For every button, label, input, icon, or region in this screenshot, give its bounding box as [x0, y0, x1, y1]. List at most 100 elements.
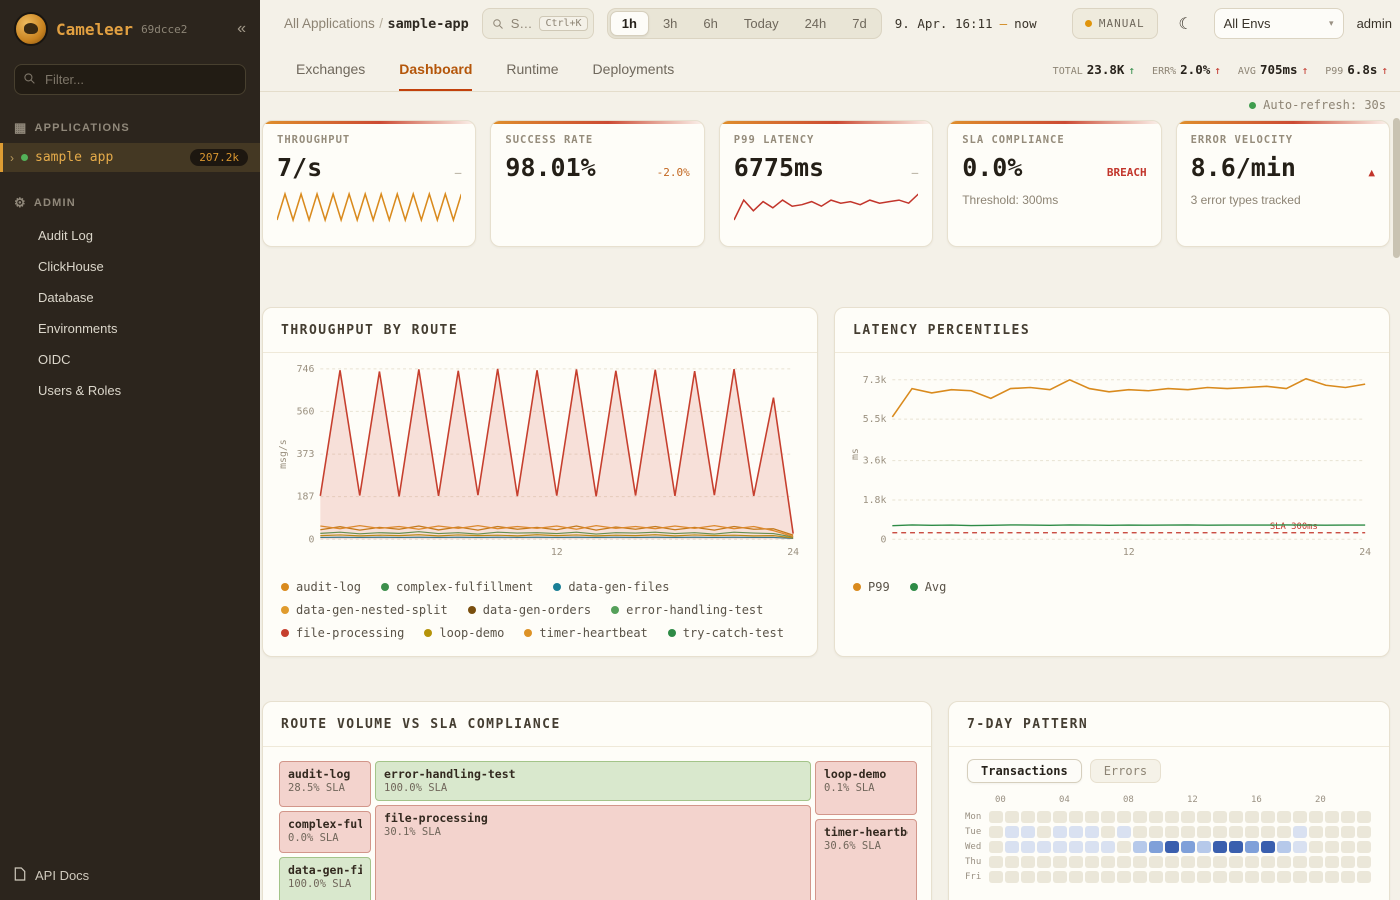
heatmap-cell[interactable] [1277, 826, 1291, 838]
heatmap-cell[interactable] [1213, 841, 1227, 853]
heatmap-cell[interactable] [989, 856, 1003, 868]
heatmap-cell[interactable] [1085, 856, 1099, 868]
heatmap-toggle-errors[interactable]: Errors [1090, 759, 1161, 783]
heatmap-cell[interactable] [1021, 856, 1035, 868]
heatmap-cell[interactable] [1261, 811, 1275, 823]
heatmap-cell[interactable] [1165, 871, 1179, 883]
heatmap-cell[interactable] [1085, 841, 1099, 853]
treemap-cell-data-gen-files[interactable]: data-gen-files100.0% SLA [279, 857, 371, 900]
heatmap-cell[interactable] [1133, 826, 1147, 838]
sidebar-item-audit-log[interactable]: Audit Log [0, 220, 260, 251]
tab-deployments[interactable]: Deployments [593, 47, 675, 91]
heatmap-cell[interactable] [1101, 841, 1115, 853]
heatmap-cell[interactable] [1357, 841, 1371, 853]
heatmap-cell[interactable] [1069, 871, 1083, 883]
heatmap-toggle-transactions[interactable]: Transactions [967, 759, 1082, 783]
heatmap-cell[interactable] [1197, 871, 1211, 883]
heatmap-cell[interactable] [1117, 871, 1131, 883]
time-range-6h[interactable]: 6h [691, 11, 729, 36]
heatmap-cell[interactable] [1005, 841, 1019, 853]
sidebar-collapse-icon[interactable]: « [237, 21, 246, 37]
heatmap-cell[interactable] [1229, 856, 1243, 868]
heatmap-cell[interactable] [989, 871, 1003, 883]
heatmap-cell[interactable] [1165, 826, 1179, 838]
treemap-cell-file-processing[interactable]: file-processing30.1% SLA [375, 805, 811, 900]
heatmap-cell[interactable] [1037, 811, 1051, 823]
heatmap-cell[interactable] [989, 826, 1003, 838]
heatmap-cell[interactable] [1229, 826, 1243, 838]
tab-dashboard[interactable]: Dashboard [399, 47, 472, 91]
heatmap-cell[interactable] [1165, 811, 1179, 823]
heatmap-cell[interactable] [1357, 811, 1371, 823]
heatmap-cell[interactable] [1245, 856, 1259, 868]
heatmap-cell[interactable] [1197, 826, 1211, 838]
heatmap-cell[interactable] [1101, 856, 1115, 868]
heatmap-cell[interactable] [1357, 826, 1371, 838]
heatmap-cell[interactable] [1133, 811, 1147, 823]
heatmap-cell[interactable] [1069, 811, 1083, 823]
global-search-input[interactable]: S… Ctrl+K [482, 8, 594, 39]
heatmap-cell[interactable] [1325, 871, 1339, 883]
heatmap-cell[interactable] [1117, 826, 1131, 838]
heatmap-cell[interactable] [1149, 811, 1163, 823]
heatmap-cell[interactable] [1053, 826, 1067, 838]
heatmap-cell[interactable] [1245, 811, 1259, 823]
heatmap-cell[interactable] [1309, 811, 1323, 823]
heatmap-cell[interactable] [1037, 841, 1051, 853]
date-range[interactable]: 9. Apr. 16:11 — now [895, 16, 1037, 31]
heatmap-cell[interactable] [1213, 811, 1227, 823]
heatmap-cell[interactable] [1165, 841, 1179, 853]
heatmap-cell[interactable] [1005, 826, 1019, 838]
heatmap-cell[interactable] [1021, 871, 1035, 883]
treemap-cell-loop-demo[interactable]: loop-demo0.1% SLA [815, 761, 917, 815]
heatmap-cell[interactable] [1229, 841, 1243, 853]
heatmap-cell[interactable] [1069, 856, 1083, 868]
heatmap-cell[interactable] [1117, 811, 1131, 823]
dark-mode-toggle[interactable]: ☾ [1171, 9, 1201, 39]
time-range-today[interactable]: Today [732, 11, 791, 36]
heatmap-cell[interactable] [1357, 856, 1371, 868]
heatmap-cell[interactable] [1181, 871, 1195, 883]
heatmap-cell[interactable] [1245, 871, 1259, 883]
heatmap-cell[interactable] [1021, 811, 1035, 823]
breadcrumb-root[interactable]: All Applications [284, 16, 375, 31]
treemap-cell-error-handling-test[interactable]: error-handling-test100.0% SLA [375, 761, 811, 801]
heatmap-cell[interactable] [1293, 826, 1307, 838]
heatmap-cell[interactable] [1261, 856, 1275, 868]
tab-runtime[interactable]: Runtime [506, 47, 558, 91]
page-scrollbar[interactable] [1393, 118, 1400, 258]
heatmap-cell[interactable] [1181, 856, 1195, 868]
heatmap-cell[interactable] [1085, 826, 1099, 838]
heatmap-cell[interactable] [1293, 841, 1307, 853]
heatmap-cell[interactable] [1181, 826, 1195, 838]
heatmap-cell[interactable] [1261, 871, 1275, 883]
heatmap-cell[interactable] [1357, 871, 1371, 883]
heatmap-cell[interactable] [1261, 826, 1275, 838]
sidebar-filter-input[interactable] [14, 64, 246, 95]
heatmap-cell[interactable] [1245, 826, 1259, 838]
heatmap-cell[interactable] [1101, 811, 1115, 823]
heatmap-cell[interactable] [1341, 871, 1355, 883]
heatmap-cell[interactable] [1149, 841, 1163, 853]
heatmap-cell[interactable] [1037, 871, 1051, 883]
heatmap-cell[interactable] [1325, 856, 1339, 868]
heatmap-cell[interactable] [1053, 871, 1067, 883]
heatmap-cell[interactable] [1277, 871, 1291, 883]
heatmap-cell[interactable] [1277, 841, 1291, 853]
heatmap-cell[interactable] [1133, 871, 1147, 883]
time-range-24h[interactable]: 24h [793, 11, 839, 36]
heatmap-cell[interactable] [1213, 856, 1227, 868]
heatmap-cell[interactable] [1309, 841, 1323, 853]
api-docs-link[interactable]: API Docs [0, 851, 260, 900]
heatmap-cell[interactable] [1341, 811, 1355, 823]
treemap-cell-timer-heartbeat[interactable]: timer-heartbeat30.6% SLA [815, 819, 917, 900]
heatmap-cell[interactable] [1021, 826, 1035, 838]
treemap-cell-complex-fulfil[interactable]: complex-fulfil…0.0% SLA [279, 811, 371, 853]
heatmap-cell[interactable] [1021, 841, 1035, 853]
heatmap-cell[interactable] [1261, 841, 1275, 853]
heatmap-cell[interactable] [1277, 856, 1291, 868]
heatmap-cell[interactable] [1277, 811, 1291, 823]
heatmap-cell[interactable] [1037, 826, 1051, 838]
heatmap-cell[interactable] [1309, 826, 1323, 838]
heatmap-cell[interactable] [989, 811, 1003, 823]
